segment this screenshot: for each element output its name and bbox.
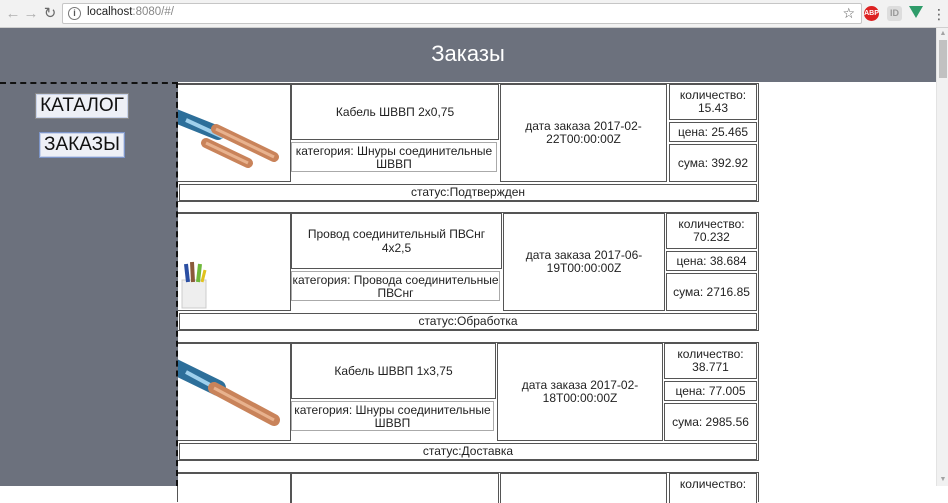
product-image xyxy=(178,343,291,441)
sidebar: КАТАЛОГ ЗАКАЗЫ xyxy=(0,82,178,486)
order-date xyxy=(500,473,667,503)
product-name xyxy=(291,473,499,503)
product-name: Кабель ШВВП 1х3,75 xyxy=(291,343,496,399)
product-category: категория: Шнуры соединительные ШВВП xyxy=(291,142,497,172)
order-sum: сума: 2985.56 xyxy=(664,403,757,441)
product-name: Провод соединительный ПВСнг 4х2,5 xyxy=(291,213,502,269)
cable-image xyxy=(178,109,279,168)
order-sum: сума: 392.92 xyxy=(669,144,757,182)
order-price: цена: 38.684 xyxy=(666,251,757,271)
product-image xyxy=(178,213,291,311)
order-status: статус:Доставка xyxy=(179,443,757,460)
order-quantity: количество: 38.771 xyxy=(664,343,757,379)
order-quantity: количество: 15.43 xyxy=(669,84,757,120)
order-date: дата заказа 2017-02-22T00:00:00Z xyxy=(500,84,667,182)
cable-image xyxy=(181,261,207,309)
order-quantity: количество: xyxy=(669,473,757,503)
forward-arrow-icon[interactable]: → xyxy=(22,5,40,23)
page-scrollbar[interactable]: ▲ ▼ xyxy=(936,28,948,486)
id-extension-icon[interactable]: ID xyxy=(887,6,902,21)
url-path: :8080/#/ xyxy=(132,6,174,18)
address-bar[interactable]: i localhost:8080/#/ ☆ xyxy=(62,3,862,24)
order-date: дата заказа 2017-06-19T00:00:00Z xyxy=(503,213,665,311)
app-header: Заказы xyxy=(0,28,936,82)
star-icon[interactable]: ☆ xyxy=(842,5,855,22)
page-title: Заказы xyxy=(431,41,505,66)
back-arrow-icon[interactable]: ← xyxy=(4,5,22,23)
url-host: localhost xyxy=(87,6,133,18)
order-price: цена: 77.005 xyxy=(664,381,757,401)
scroll-down-icon[interactable]: ▼ xyxy=(937,474,948,486)
order-quantity: количество: 70.232 xyxy=(666,213,757,249)
product-image xyxy=(178,84,291,182)
info-icon[interactable]: i xyxy=(68,7,81,20)
browser-toolbar: ← → ↻ i localhost:8080/#/ ☆ ABP ID ⋮ xyxy=(0,0,948,28)
order-card: Кабель ШВВП 1х3,75 категория: Шнуры соед… xyxy=(177,342,759,461)
order-card: Кабель ШВВП 2х0,75 категория: Шнуры соед… xyxy=(177,83,759,202)
reload-icon[interactable]: ↻ xyxy=(41,5,59,23)
product-image xyxy=(178,473,291,503)
url-text[interactable]: localhost:8080/#/ xyxy=(87,6,174,18)
product-category: категория: Шнуры соединительные ШВВП xyxy=(291,401,494,431)
product-category: категория: Провода соединительные ПВСнг xyxy=(291,271,500,301)
order-card: количество: xyxy=(177,472,759,503)
kebab-menu-icon[interactable]: ⋮ xyxy=(932,5,946,23)
scroll-thumb[interactable] xyxy=(939,40,947,78)
order-date: дата заказа 2017-02-18T00:00:00Z xyxy=(497,343,663,441)
order-status: статус:Подтвержден xyxy=(179,184,757,201)
orders-button[interactable]: ЗАКАЗЫ xyxy=(39,132,125,158)
catalog-button[interactable]: КАТАЛОГ xyxy=(35,93,129,119)
order-status: статус:Обработка xyxy=(179,313,757,330)
order-sum: сума: 2716.85 xyxy=(666,273,757,311)
product-name: Кабель ШВВП 2х0,75 xyxy=(291,84,499,140)
order-card: Провод соединительный ПВСнг 4х2,5 катего… xyxy=(177,212,759,331)
scroll-up-icon[interactable]: ▲ xyxy=(937,28,948,40)
adblock-plus-icon[interactable]: ABP xyxy=(864,6,879,21)
cable-image xyxy=(178,359,280,426)
order-price: цена: 25.465 xyxy=(669,122,757,142)
vue-devtools-icon[interactable] xyxy=(909,6,923,18)
